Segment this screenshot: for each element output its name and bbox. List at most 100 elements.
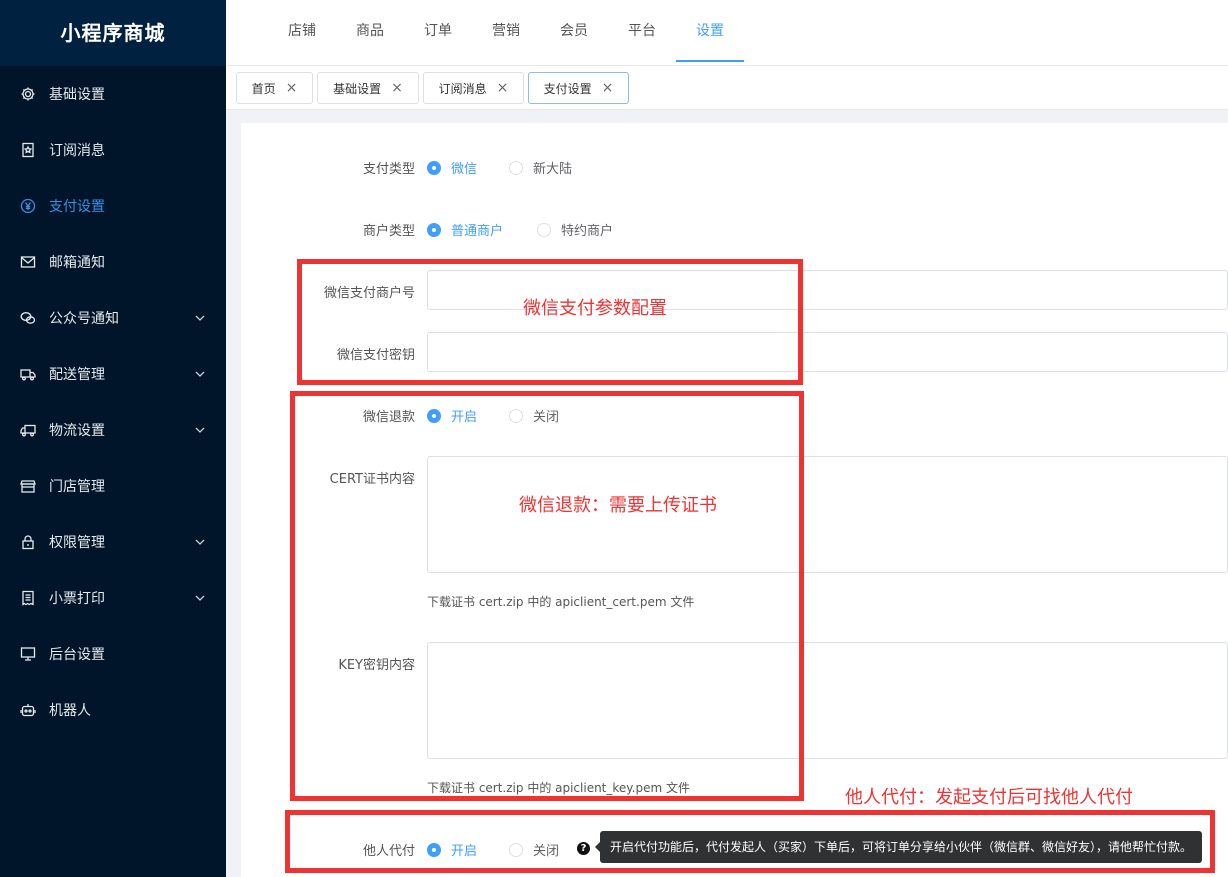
page-tab-label: 首页 [251, 81, 276, 96]
chevron-down-icon [194, 424, 206, 436]
radio-label: 普通商户 [451, 224, 504, 239]
sidebar-item-email-notify[interactable]: 邮箱通知 [0, 234, 226, 290]
annotation-refund-cert: 微信退款：需要上传证书 [519, 495, 717, 516]
chevron-down-icon [194, 592, 206, 604]
sidebar-item-label: 小票打印 [49, 591, 105, 607]
page-tab-label: 支付设置 [543, 81, 592, 96]
radio-dot [427, 842, 441, 857]
page-tab-pay-settings[interactable]: 支付设置 × [528, 72, 629, 104]
wechat-icon [20, 310, 36, 326]
close-icon[interactable]: × [286, 81, 298, 95]
sidebar-menu: 基础设置 订阅消息 支付设置 邮箱通知 公众号通知 配送管理 物流设置 门店管理… [0, 66, 226, 738]
close-icon[interactable]: × [391, 81, 403, 95]
tab-products[interactable]: 商品 [344, 0, 396, 62]
annotation-wechat-params: 微信支付参数配置 [523, 298, 667, 319]
sidebar-item-label: 支付设置 [49, 199, 105, 215]
merchant-type-normal-radio[interactable]: 普通商户 [427, 220, 503, 239]
page-tab-subscribe-msg[interactable]: 订阅消息 × [423, 72, 524, 104]
bookmark-icon [20, 142, 36, 158]
radio-label: 开启 [451, 410, 478, 425]
page-tab-strip: 首页 × 基础设置 × 订阅消息 × 支付设置 × [226, 66, 1228, 110]
annotation-proxy-pay: 他人代付：发起支付后可找他人代付 [845, 787, 1133, 808]
tab-settings[interactable]: 设置 [676, 0, 744, 62]
key-textarea[interactable] [427, 642, 1228, 759]
mch-id-label: 微信支付商户号 [323, 286, 415, 301]
cert-label: CERT证书内容 [329, 472, 415, 487]
monitor-icon [20, 646, 36, 662]
key-label: KEY密钥内容 [338, 658, 415, 673]
refund-off-radio[interactable]: 关闭 [509, 406, 559, 425]
close-icon[interactable]: × [497, 81, 509, 95]
gear-icon [20, 86, 36, 102]
tab-platform[interactable]: 平台 [616, 0, 668, 62]
truck-icon [20, 422, 36, 438]
sidebar-item-receipt-print[interactable]: 小票打印 [0, 570, 226, 626]
sidebar: 小程序商城 基础设置 订阅消息 支付设置 邮箱通知 公众号通知 配送管理 物流设… [0, 0, 226, 877]
proxy-pay-label: 他人代付 [362, 844, 415, 859]
radio-label: 微信 [451, 162, 478, 177]
sidebar-item-delivery[interactable]: 配送管理 [0, 346, 226, 402]
sidebar-item-admin-settings[interactable]: 后台设置 [0, 626, 226, 682]
sidebar-item-subscribe-msg[interactable]: 订阅消息 [0, 122, 226, 178]
sidebar-item-label: 物流设置 [49, 423, 105, 439]
pay-type-wechat-radio[interactable]: 微信 [427, 158, 477, 177]
radio-label: 关闭 [533, 410, 560, 425]
app-logo: 小程序商城 [0, 0, 226, 66]
proxy-pay-off-radio[interactable]: 关闭 [509, 840, 559, 859]
robot-icon [20, 702, 36, 718]
receipt-icon [20, 590, 36, 606]
sidebar-item-robot[interactable]: 机器人 [0, 682, 226, 738]
page-tab-label: 订阅消息 [438, 81, 487, 96]
radio-dot [509, 408, 523, 423]
sidebar-item-store[interactable]: 门店管理 [0, 458, 226, 514]
mail-icon [20, 254, 36, 270]
radio-dot [537, 222, 551, 237]
tab-members[interactable]: 会员 [548, 0, 600, 62]
sidebar-item-wechat-notify[interactable]: 公众号通知 [0, 290, 226, 346]
sidebar-item-permissions[interactable]: 权限管理 [0, 514, 226, 570]
proxy-pay-on-radio[interactable]: 开启 [427, 840, 477, 859]
radio-label: 关闭 [533, 844, 560, 859]
pay-type-label: 支付类型 [362, 162, 415, 177]
sidebar-item-logistics[interactable]: 物流设置 [0, 402, 226, 458]
store-icon [20, 478, 36, 494]
top-nav: 店铺 商品 订单 营销 会员 平台 设置 [226, 0, 1228, 66]
chevron-down-icon [194, 368, 206, 380]
tab-orders[interactable]: 订单 [412, 0, 464, 62]
close-icon[interactable]: × [602, 81, 614, 95]
sidebar-item-label: 基础设置 [49, 87, 105, 103]
radio-label: 新大陆 [533, 162, 573, 177]
mch-key-input[interactable] [427, 332, 1228, 372]
radio-label: 开启 [451, 844, 478, 859]
sidebar-item-label: 门店管理 [49, 479, 105, 495]
page-tab-basic-settings[interactable]: 基础设置 × [317, 72, 419, 104]
sidebar-item-label: 后台设置 [49, 647, 105, 663]
delivery-icon [20, 366, 36, 382]
page-tab-label: 基础设置 [333, 81, 382, 96]
lock-icon [20, 534, 36, 550]
yuan-icon [20, 198, 36, 214]
sidebar-item-pay-settings[interactable]: 支付设置 [0, 178, 226, 234]
proxy-pay-tooltip: 开启代付功能后，代付发起人（买家）下单后，可将订单分享给小伙伴（微信群、微信好友… [594, 831, 1203, 863]
sidebar-item-label: 权限管理 [49, 535, 105, 551]
sidebar-item-basic-settings[interactable]: 基础设置 [0, 66, 226, 122]
refund-label: 微信退款 [362, 410, 415, 425]
pay-type-newland-radio[interactable]: 新大陆 [509, 158, 572, 177]
radio-label: 特约商户 [561, 224, 614, 239]
cert-hint: 下载证书 cert.zip 中的 apiclient_cert.pem 文件 [427, 595, 695, 609]
radio-dot [509, 160, 523, 175]
question-icon[interactable]: ? [577, 842, 590, 855]
mch-key-label: 微信支付密钥 [336, 348, 415, 363]
refund-on-radio[interactable]: 开启 [427, 406, 477, 425]
page-tab-home[interactable]: 首页 × [236, 72, 313, 104]
tab-marketing[interactable]: 营销 [480, 0, 532, 62]
sidebar-item-label: 邮箱通知 [49, 255, 105, 271]
merchant-type-label: 商户类型 [362, 224, 415, 239]
chevron-down-icon [194, 536, 206, 548]
merchant-type-special-radio[interactable]: 特约商户 [537, 220, 613, 239]
sidebar-item-label: 机器人 [49, 703, 91, 719]
tab-shop[interactable]: 店铺 [276, 0, 328, 62]
sidebar-item-label: 公众号通知 [49, 311, 119, 327]
sidebar-item-label: 配送管理 [49, 367, 105, 383]
radio-dot [427, 408, 441, 423]
